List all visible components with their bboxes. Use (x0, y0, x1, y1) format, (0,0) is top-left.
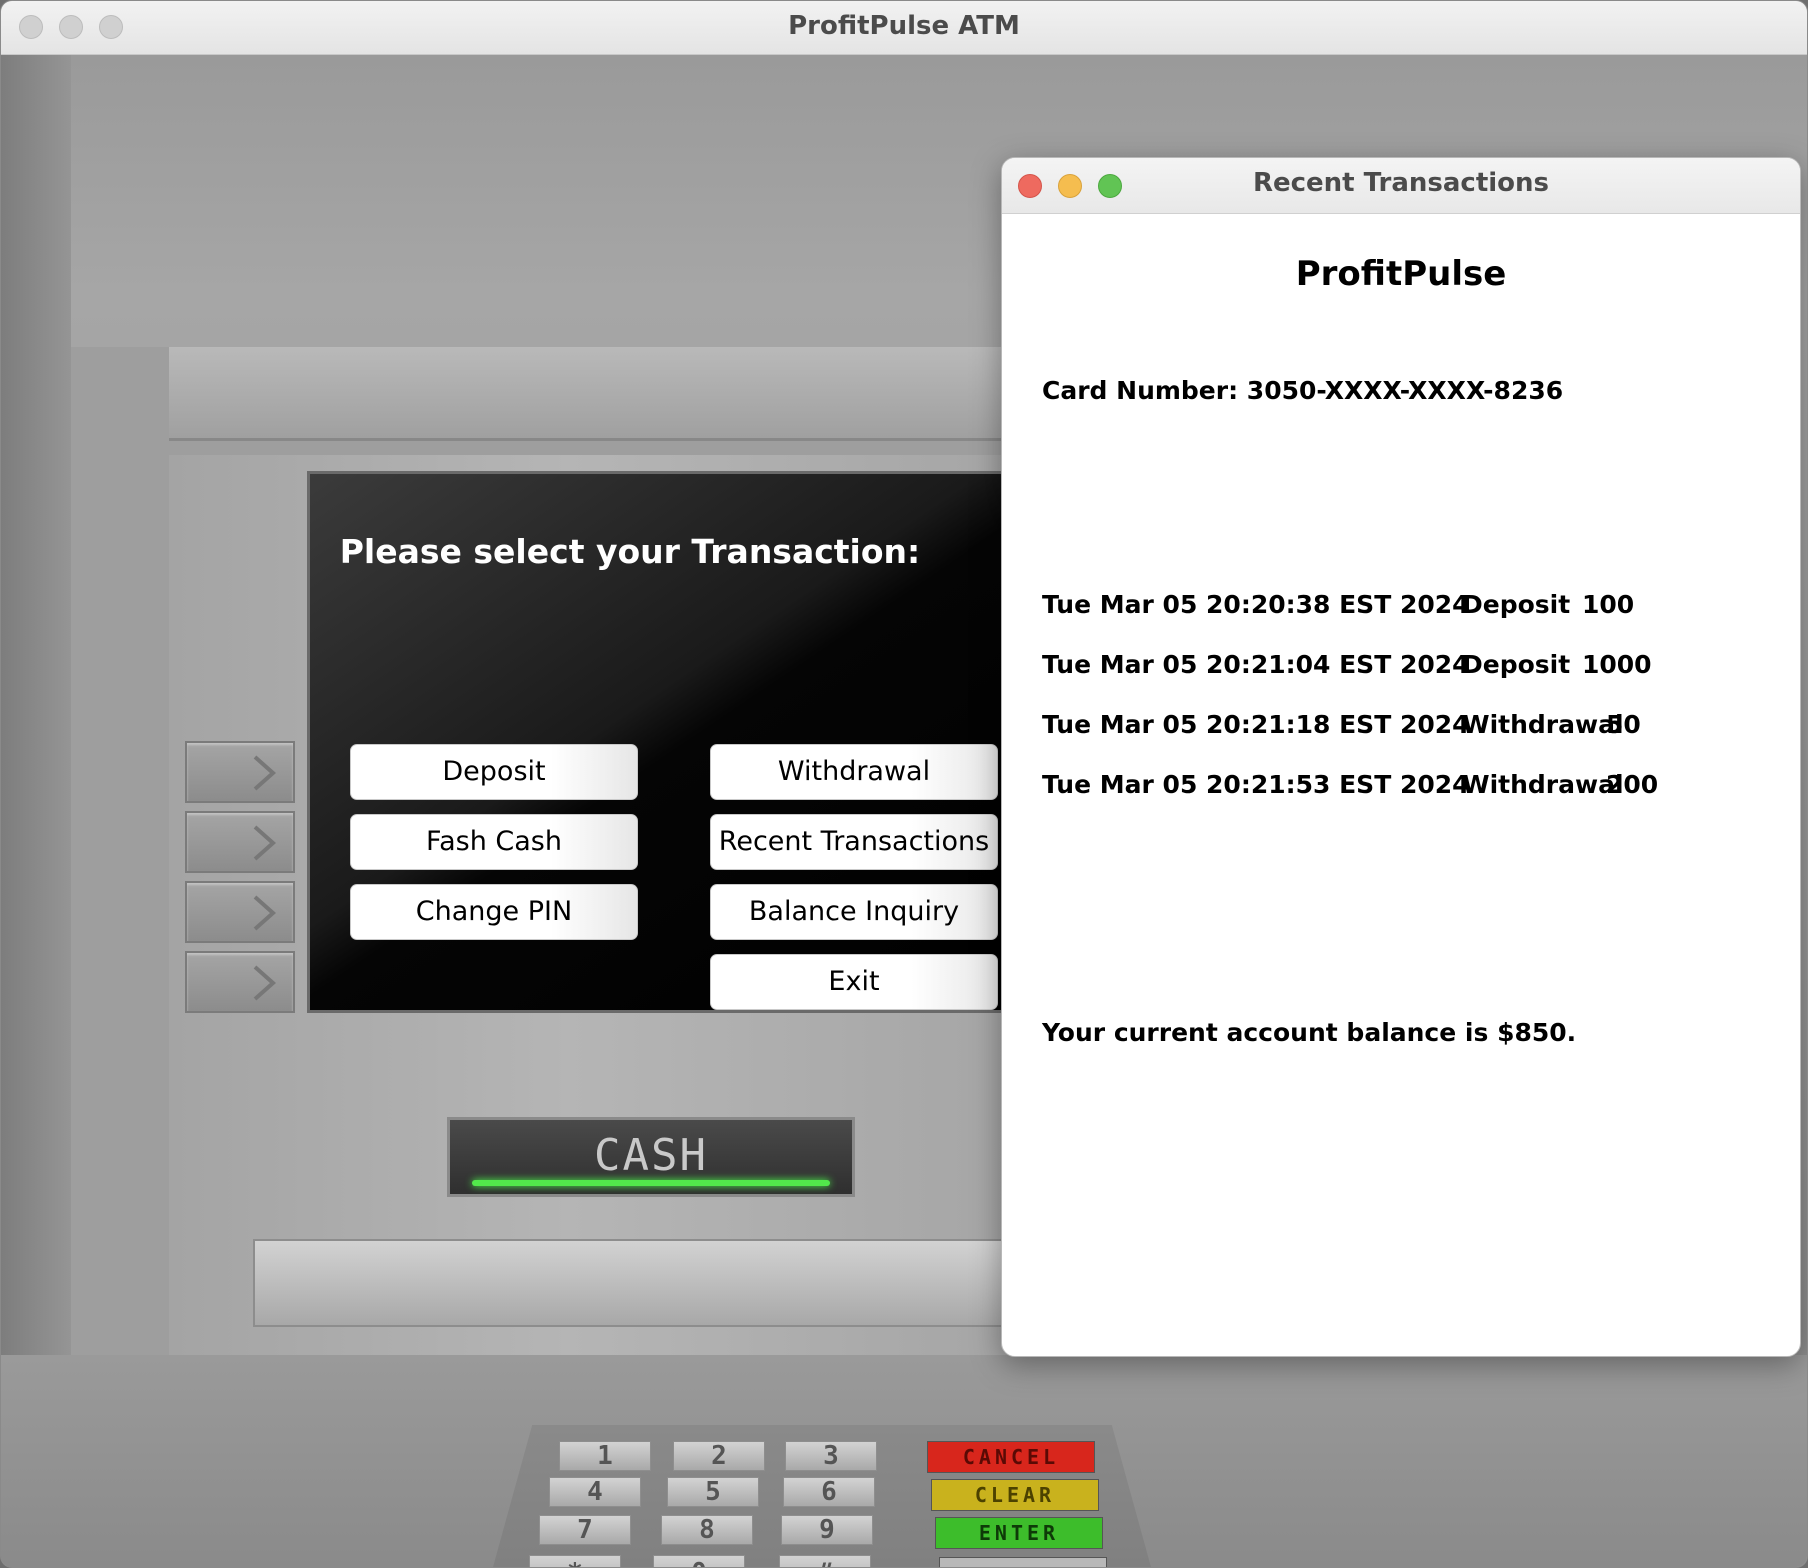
recent-transactions-button[interactable]: Recent Transactions (710, 814, 998, 870)
keypad: 1 2 3 4 5 6 7 8 9 * 0 # CANCEL CLEAR ENT… (477, 1425, 1167, 1567)
key-8[interactable]: 8 (661, 1515, 753, 1545)
cash-label: CASH (594, 1130, 708, 1181)
atm-display: Please select your Transaction: Deposit … (307, 471, 1007, 1013)
key-3[interactable]: 3 (785, 1441, 877, 1471)
atm-window: ProfitPulse ATM CASH 1 2 3 4 5 6 7 8 9 C… (0, 0, 1808, 1568)
atm-titlebar: ProfitPulse ATM (1, 1, 1807, 55)
fast-cash-button[interactable]: Fash Cash (350, 814, 638, 870)
key-6[interactable]: 6 (783, 1477, 875, 1507)
card-number: Card Number: 3050-XXXX-XXXX-8236 (1042, 376, 1564, 405)
transaction-date: Tue Mar 05 20:21:04 EST 2024 (1042, 650, 1470, 679)
tx-window-title: Recent Transactions (1252, 168, 1550, 198)
bank-name: ProfitPulse (1295, 254, 1507, 294)
transaction-row: Tue Mar 05 20:21:04 EST 2024 Deposit 100… (1042, 650, 1762, 690)
account-balance: Your current account balance is $850. (1042, 1018, 1577, 1047)
transaction-row: Tue Mar 05 20:21:53 EST 2024 Withdrawal … (1042, 770, 1762, 810)
transaction-date: Tue Mar 05 20:20:38 EST 2024 (1042, 590, 1470, 619)
blank-key[interactable] (939, 1557, 1107, 1567)
transaction-type: Withdrawal (1462, 710, 1624, 739)
transaction-date: Tue Mar 05 20:21:18 EST 2024 (1042, 710, 1470, 739)
transaction-amount: 100 (1582, 590, 1635, 619)
transaction-type: Withdrawal (1462, 770, 1624, 799)
key-5[interactable]: 5 (667, 1477, 759, 1507)
cancel-key[interactable]: CANCEL (927, 1441, 1095, 1473)
transaction-date: Tue Mar 05 20:21:53 EST 2024 (1042, 770, 1470, 799)
side-key-1[interactable] (185, 741, 295, 803)
transaction-amount: 200 (1606, 770, 1659, 799)
key-9[interactable]: 9 (781, 1515, 873, 1545)
side-key-4[interactable] (185, 951, 295, 1013)
change-pin-button[interactable]: Change PIN (350, 884, 638, 940)
chevron-right-icon (253, 965, 277, 1001)
exit-button[interactable]: Exit (710, 954, 998, 1010)
transaction-amount: 50 (1606, 710, 1641, 739)
recent-transactions-window: Recent Transactions ProfitPulse Card Num… (1001, 157, 1801, 1357)
key-7[interactable]: 7 (539, 1515, 631, 1545)
side-key-2[interactable] (185, 811, 295, 873)
transaction-row: Tue Mar 05 20:21:18 EST 2024 Withdrawal … (1042, 710, 1762, 750)
cash-dispenser: CASH (447, 1117, 855, 1197)
enter-key[interactable]: ENTER (935, 1517, 1103, 1549)
screen-prompt: Please select your Transaction: (339, 532, 921, 571)
transaction-type: Deposit (1462, 650, 1571, 679)
key-4[interactable]: 4 (549, 1477, 641, 1507)
window-title: ProfitPulse ATM (788, 11, 1020, 41)
key-star[interactable]: * (529, 1555, 621, 1567)
balance-inquiry-button[interactable]: Balance Inquiry (710, 884, 998, 940)
chevron-right-icon (253, 895, 277, 931)
transaction-type: Deposit (1462, 590, 1571, 619)
key-hash[interactable]: # (779, 1555, 871, 1567)
key-0[interactable]: 0 (653, 1555, 745, 1567)
clear-key[interactable]: CLEAR (931, 1479, 1099, 1511)
cash-indicator-light (472, 1180, 830, 1186)
chevron-right-icon (253, 755, 277, 791)
key-2[interactable]: 2 (673, 1441, 765, 1471)
tx-titlebar: Recent Transactions (1002, 158, 1800, 214)
key-1[interactable]: 1 (559, 1441, 651, 1471)
transaction-row: Tue Mar 05 20:20:38 EST 2024 Deposit 100 (1042, 590, 1762, 630)
chevron-right-icon (253, 825, 277, 861)
transaction-amount: 1000 (1582, 650, 1652, 679)
withdrawal-button[interactable]: Withdrawal (710, 744, 998, 800)
deposit-button[interactable]: Deposit (350, 744, 638, 800)
side-key-3[interactable] (185, 881, 295, 943)
left-wall (1, 55, 71, 1567)
